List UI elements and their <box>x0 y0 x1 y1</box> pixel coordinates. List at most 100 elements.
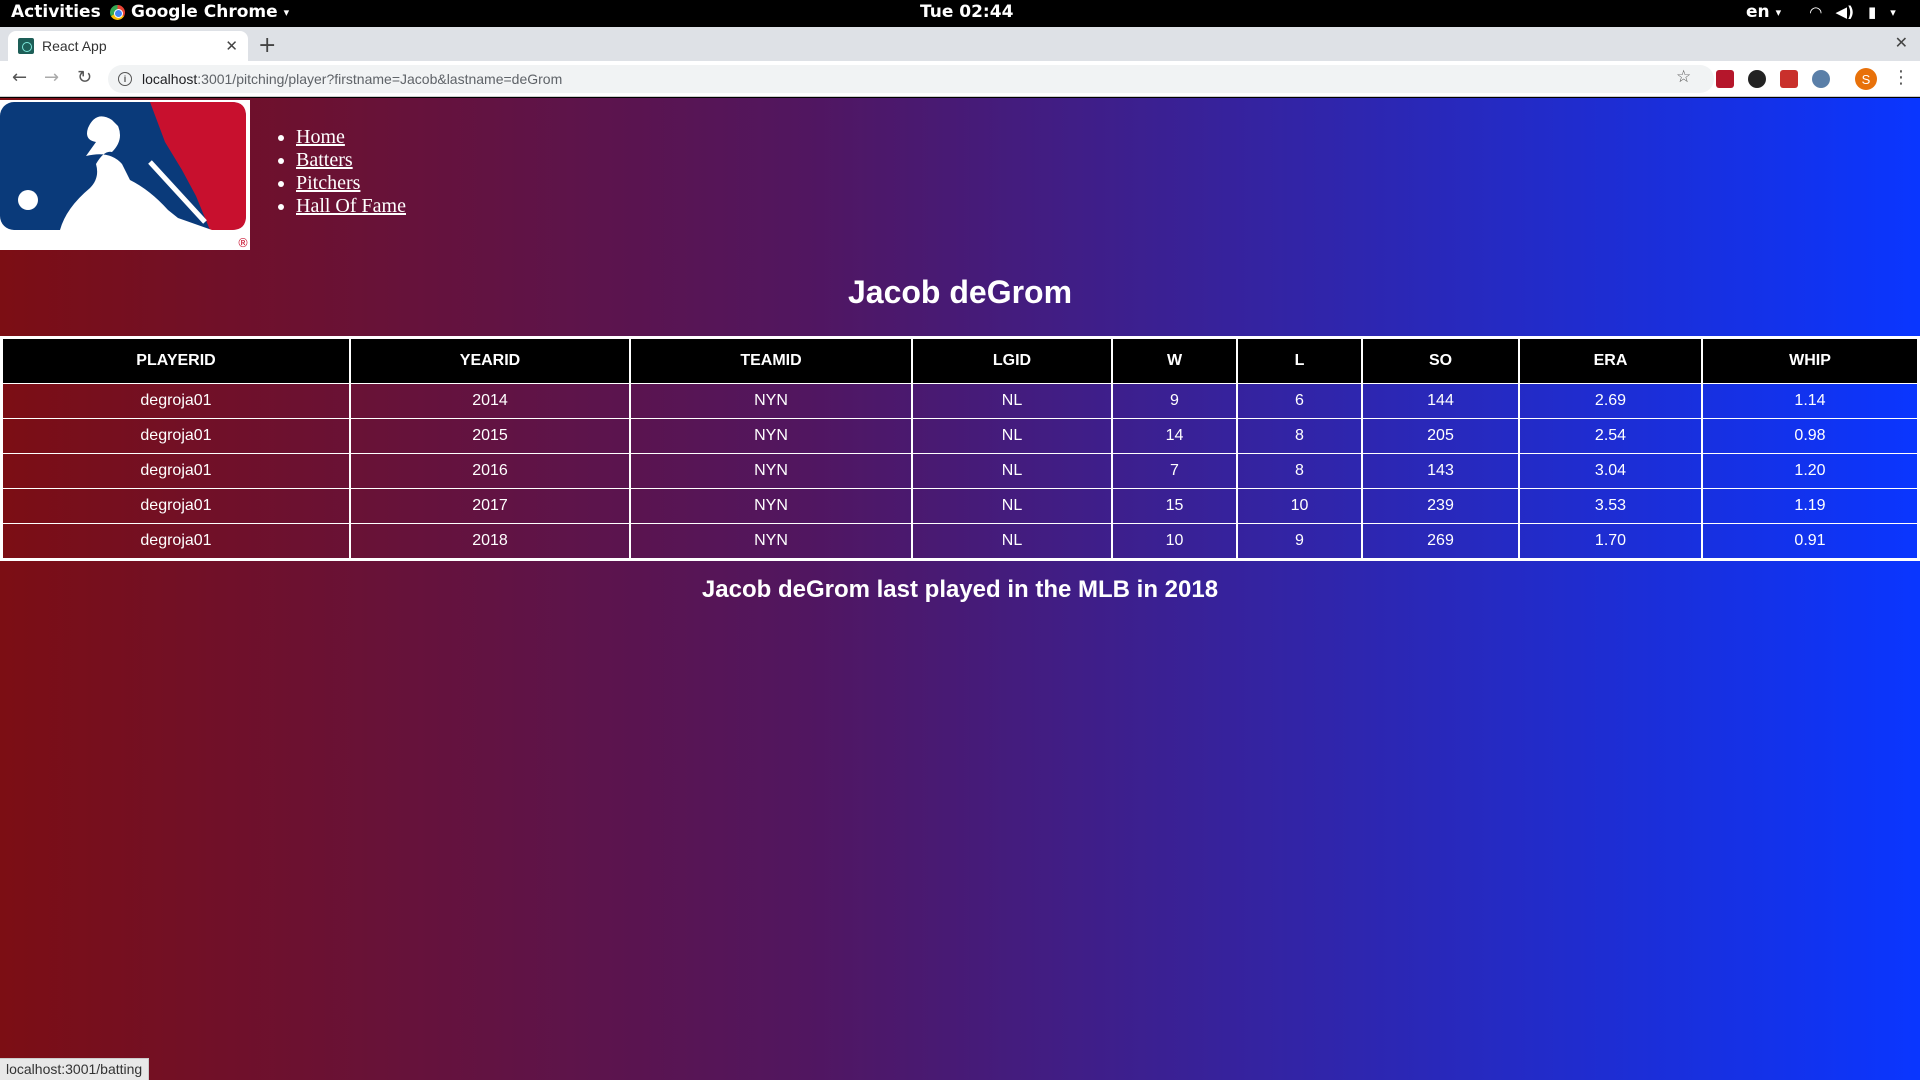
system-tray[interactable]: ◠ ◀) ▮ ▾ <box>1810 3 1896 21</box>
page-title: Jacob deGrom <box>847 274 1073 310</box>
column-header: SO <box>1363 339 1520 383</box>
table-cell: NL <box>913 453 1113 488</box>
nav-pitchers-link[interactable]: Pitchers <box>296 172 360 194</box>
nav-hall-of-fame-link[interactable]: Hall Of Fame <box>296 195 406 217</box>
column-header: L <box>1238 339 1363 383</box>
table-cell: NYN <box>631 523 913 558</box>
react-favicon-icon <box>18 38 34 54</box>
column-header: TEAMID <box>631 339 913 383</box>
table-cell: 3.04 <box>1520 453 1703 488</box>
language-label: en <box>1746 2 1770 22</box>
language-menu[interactable]: en ▾ <box>1746 2 1781 22</box>
table-cell: 1.20 <box>1703 453 1917 488</box>
table-cell: 2014 <box>351 383 631 418</box>
browser-tab[interactable]: React App ✕ <box>8 31 248 61</box>
table-cell: 2.54 <box>1520 418 1703 453</box>
info-icon[interactable]: i <box>118 72 132 86</box>
table-cell: 0.91 <box>1703 523 1917 558</box>
app-menu[interactable]: Google Chrome ▾ <box>110 2 289 22</box>
table-cell: 1.70 <box>1520 523 1703 558</box>
wifi-icon: ◠ <box>1810 3 1822 21</box>
table-cell: 1.14 <box>1703 383 1917 418</box>
table-cell: 2015 <box>351 418 631 453</box>
system-top-bar: Activities Google Chrome ▾ Tue 02:44 en … <box>0 0 1920 27</box>
table-cell: NYN <box>631 453 913 488</box>
reload-icon[interactable]: ↻ <box>77 67 92 88</box>
mlb-logo: ® <box>0 100 250 250</box>
registered-mark: ® <box>237 236 249 250</box>
table-header-row: PLAYERID YEARID TEAMID LGID W L SO ERA W… <box>3 339 1917 383</box>
forward-icon[interactable]: → <box>44 67 59 88</box>
bookmark-star-icon[interactable]: ☆ <box>1676 67 1691 87</box>
table-cell: 3.53 <box>1520 488 1703 523</box>
table-cell: NYN <box>631 383 913 418</box>
chrome-icon <box>110 4 125 20</box>
table-cell: 205 <box>1363 418 1520 453</box>
table-cell: degroja01 <box>3 383 351 418</box>
table-cell: 10 <box>1113 523 1238 558</box>
extension-icon[interactable] <box>1748 70 1766 88</box>
table-row: degroja01 2017 NYN NL 15 10 239 3.53 1.1… <box>3 488 1917 523</box>
pitching-stats-table: PLAYERID YEARID TEAMID LGID W L SO ERA W… <box>0 336 1920 561</box>
table-cell: 8 <box>1238 453 1363 488</box>
table-cell: 9 <box>1113 383 1238 418</box>
close-tab-icon[interactable]: ✕ <box>225 37 238 55</box>
table-cell: 2.69 <box>1520 383 1703 418</box>
url-host: localhost <box>142 71 198 87</box>
app-menu-label: Google Chrome <box>131 2 278 22</box>
table-row: degroja01 2018 NYN NL 10 9 269 1.70 0.91 <box>3 523 1917 558</box>
table-cell: 9 <box>1238 523 1363 558</box>
table-cell: 143 <box>1363 453 1520 488</box>
last-played-note: Jacob deGrom last played in the MLB in 2… <box>701 576 1219 603</box>
table-cell: 2017 <box>351 488 631 523</box>
new-tab-icon[interactable]: + <box>258 33 276 58</box>
table-row: degroja01 2015 NYN NL 14 8 205 2.54 0.98 <box>3 418 1917 453</box>
column-header: PLAYERID <box>3 339 351 383</box>
battery-icon: ▮ <box>1867 3 1877 21</box>
table-row: degroja01 2016 NYN NL 7 8 143 3.04 1.20 <box>3 453 1917 488</box>
close-window-icon[interactable]: ✕ <box>1895 33 1908 52</box>
tab-title: React App <box>42 38 107 54</box>
menu-kebab-icon[interactable]: ⋮ <box>1892 67 1910 88</box>
activities-button[interactable]: Activities <box>11 2 101 22</box>
url-path: :3001/pitching/player?firstname=Jacob&la… <box>197 71 563 87</box>
table-cell: degroja01 <box>3 523 351 558</box>
table-cell: 2016 <box>351 453 631 488</box>
link-status-bubble: localhost:3001/batting <box>0 1058 150 1080</box>
ublock-extension-icon[interactable] <box>1716 70 1734 88</box>
table-cell: NL <box>913 383 1113 418</box>
table-cell: 144 <box>1363 383 1520 418</box>
column-header: ERA <box>1520 339 1703 383</box>
table-cell: 8 <box>1238 418 1363 453</box>
table-cell: 239 <box>1363 488 1520 523</box>
table-cell: degroja01 <box>3 453 351 488</box>
page-content: ® Home Batters Pitchers Hall Of Fame Jac… <box>0 98 1920 1080</box>
table-cell: 7 <box>1113 453 1238 488</box>
table-cell: 14 <box>1113 418 1238 453</box>
column-header: WHIP <box>1703 339 1917 383</box>
address-bar[interactable]: i localhost:3001/pitching/player?firstna… <box>108 65 1714 93</box>
extension-icon[interactable] <box>1812 70 1830 88</box>
column-header: W <box>1113 339 1238 383</box>
table-cell: 269 <box>1363 523 1520 558</box>
back-icon[interactable]: ← <box>12 67 27 88</box>
table-cell: NL <box>913 523 1113 558</box>
profile-avatar[interactable]: S <box>1855 68 1877 90</box>
table-cell: degroja01 <box>3 418 351 453</box>
table-row: degroja01 2014 NYN NL 9 6 144 2.69 1.14 <box>3 383 1917 418</box>
column-header: LGID <box>913 339 1113 383</box>
clock[interactable]: Tue 02:44 <box>920 2 1013 22</box>
table-cell: NYN <box>631 418 913 453</box>
nav-batters-link[interactable]: Batters <box>296 149 353 171</box>
extension-icon[interactable] <box>1780 70 1798 88</box>
chevron-down-icon: ▾ <box>1775 5 1782 19</box>
nav-home-link[interactable]: Home <box>296 126 345 148</box>
table-cell: NL <box>913 418 1113 453</box>
table-cell: NL <box>913 488 1113 523</box>
table-cell: 2018 <box>351 523 631 558</box>
column-header: YEARID <box>351 339 631 383</box>
table-cell: 1.19 <box>1703 488 1917 523</box>
volume-icon: ◀) <box>1835 3 1854 21</box>
browser-toolbar: ← → ↻ i localhost:3001/pitching/player?f… <box>0 61 1920 97</box>
table-cell: 15 <box>1113 488 1238 523</box>
